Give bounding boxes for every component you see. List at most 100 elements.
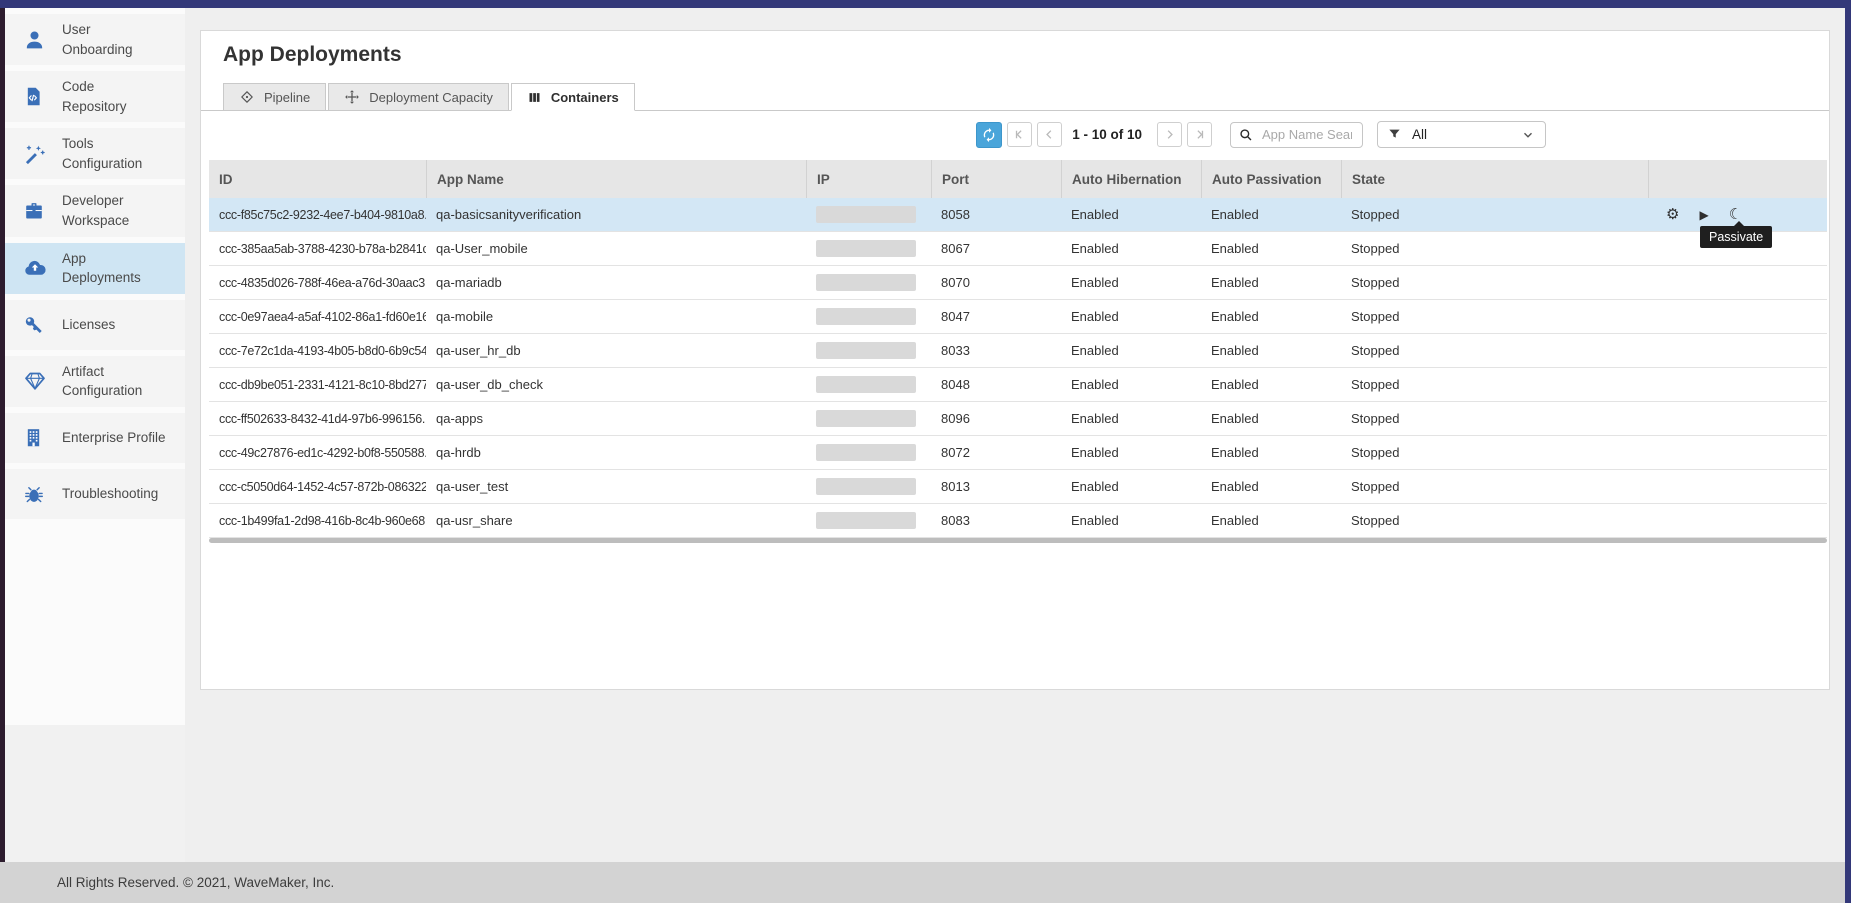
cell-app-name: qa-User_mobile: [426, 241, 806, 256]
last-page-button[interactable]: [1187, 122, 1212, 147]
next-page-icon: [1163, 128, 1176, 141]
ip-redacted-value: [816, 206, 916, 223]
refresh-button[interactable]: [976, 122, 1002, 148]
sidebar-item-troubleshooting[interactable]: Troubleshooting: [5, 469, 185, 519]
cell-auto-passivation: Enabled: [1201, 207, 1341, 222]
ip-redacted-value: [816, 444, 916, 461]
cell-ip: [806, 308, 931, 325]
sidebar-item-user-onboarding[interactable]: UserOnboarding: [5, 14, 185, 65]
table-row[interactable]: ccc-385aa5ab-3788-4230-b78a-b2841c...qa-…: [209, 232, 1827, 266]
row-actions: [1648, 266, 1827, 299]
cell-app-name: qa-mariadb: [426, 275, 806, 290]
passivate-icon[interactable]: ☾: [1729, 207, 1742, 222]
sidebar-item-artifact-configuration[interactable]: ArtifactConfiguration: [5, 356, 185, 407]
row-actions: ⚙▶☾Passivate: [1648, 198, 1827, 231]
tab-label: Deployment Capacity: [369, 90, 493, 105]
cell-app-name: qa-basicsanityverification: [426, 207, 806, 222]
table-row[interactable]: ccc-db9be051-2331-4121-8c10-8bd277...qa-…: [209, 368, 1827, 402]
row-actions: [1648, 300, 1827, 333]
cell-auto-passivation: Enabled: [1201, 445, 1341, 460]
sidebar-item-label: AppDeployments: [62, 249, 141, 288]
copyright-text: All Rights Reserved. © 2021, WaveMaker, …: [57, 875, 334, 890]
right-edge-strip: [1845, 8, 1851, 903]
ip-redacted-value: [816, 410, 916, 427]
cell-ip: [806, 512, 931, 529]
search-icon: [1239, 128, 1253, 142]
table-row[interactable]: ccc-c5050d64-1452-4c57-872b-086322...qa-…: [209, 470, 1827, 504]
cell-port: 8072: [931, 445, 1061, 460]
cell-ip: [806, 444, 931, 461]
code-file-icon: [23, 85, 49, 109]
cell-auto-hibernation: Enabled: [1061, 513, 1201, 528]
tab-pipeline[interactable]: Pipeline: [223, 83, 326, 111]
sidebar-item-code-repository[interactable]: CodeRepository: [5, 71, 185, 122]
tab-deployment-capacity[interactable]: Deployment Capacity: [328, 83, 509, 111]
table-row[interactable]: ccc-49c27876-ed1c-4292-b0f8-550588...qa-…: [209, 436, 1827, 470]
cell-ip: [806, 342, 931, 359]
first-page-icon: [1013, 128, 1026, 141]
settings-icon[interactable]: ⚙: [1666, 207, 1679, 222]
key-icon: [23, 313, 49, 337]
table-toolbar: 1 - 10 of 10 All: [201, 121, 1829, 148]
cell-port: 8096: [931, 411, 1061, 426]
cell-ip: [806, 410, 931, 427]
table-row[interactable]: ccc-4835d026-788f-46ea-a76d-30aac3...qa-…: [209, 266, 1827, 300]
cell-app-name: qa-user_hr_db: [426, 343, 806, 358]
column-header-id: ID: [209, 160, 426, 198]
app-name-search: [1230, 122, 1363, 148]
cell-auto-passivation: Enabled: [1201, 479, 1341, 494]
sidebar-item-licenses[interactable]: Licenses: [5, 300, 185, 350]
column-header-app-name: App Name: [426, 160, 806, 198]
cell-port: 8047: [931, 309, 1061, 324]
column-header-auto-hibernation: Auto Hibernation: [1061, 160, 1201, 198]
cell-id: ccc-ff502633-8432-41d4-97b6-996156...: [209, 412, 426, 426]
cell-port: 8083: [931, 513, 1061, 528]
sidebar-item-tools-configuration[interactable]: ToolsConfiguration: [5, 128, 185, 179]
cell-app-name: qa-hrdb: [426, 445, 806, 460]
cell-id: ccc-f85c75c2-9232-4ee7-b404-9810a8...: [209, 208, 426, 222]
sidebar-item-label: CodeRepository: [62, 77, 127, 116]
first-page-button[interactable]: [1007, 122, 1032, 147]
row-actions: [1648, 402, 1827, 435]
cell-port: 8033: [931, 343, 1061, 358]
cell-ip: [806, 274, 931, 291]
magic-wand-icon: [23, 142, 49, 166]
sidebar-item-app-deployments[interactable]: AppDeployments: [5, 243, 185, 294]
table-row[interactable]: ccc-f85c75c2-9232-4ee7-b404-9810a8...qa-…: [209, 198, 1827, 232]
bug-icon: [23, 482, 49, 506]
cell-auto-hibernation: Enabled: [1061, 275, 1201, 290]
cell-port: 8013: [931, 479, 1061, 494]
search-input[interactable]: [1260, 126, 1354, 143]
user-icon: [23, 28, 49, 52]
table-row[interactable]: ccc-0e97aea4-a5af-4102-86a1-fd60e16...qa…: [209, 300, 1827, 334]
cell-auto-passivation: Enabled: [1201, 343, 1341, 358]
filter-select[interactable]: All: [1377, 121, 1546, 148]
start-icon[interactable]: ▶: [1699, 209, 1708, 221]
sidebar-item-enterprise-profile[interactable]: Enterprise Profile: [5, 413, 185, 463]
horizontal-scrollbar[interactable]: [209, 538, 1827, 543]
previous-page-button[interactable]: [1037, 122, 1062, 147]
cell-auto-hibernation: Enabled: [1061, 445, 1201, 460]
briefcase-icon: [23, 199, 49, 223]
page-title: App Deployments: [223, 43, 1829, 67]
sidebar-item-developer-workspace[interactable]: DeveloperWorkspace: [5, 185, 185, 236]
table-row[interactable]: ccc-ff502633-8432-41d4-97b6-996156...qa-…: [209, 402, 1827, 436]
tab-containers[interactable]: Containers: [511, 83, 635, 111]
table-row[interactable]: ccc-7e72c1da-4193-4b05-b8d0-6b9c54...qa-…: [209, 334, 1827, 368]
cell-auto-hibernation: Enabled: [1061, 343, 1201, 358]
cell-auto-passivation: Enabled: [1201, 241, 1341, 256]
cell-id: ccc-1b499fa1-2d98-416b-8c4b-960e68...: [209, 514, 426, 528]
sidebar-item-label: Troubleshooting: [62, 484, 158, 504]
cell-state: Stopped: [1341, 377, 1648, 392]
cloud-upload-icon: [23, 256, 49, 280]
table-row[interactable]: ccc-1b499fa1-2d98-416b-8c4b-960e68...qa-…: [209, 504, 1827, 538]
next-page-button[interactable]: [1157, 122, 1182, 147]
cell-ip: [806, 376, 931, 393]
cell-port: 8067: [931, 241, 1061, 256]
cell-port: 8070: [931, 275, 1061, 290]
top-accent-bar: [0, 0, 1851, 8]
move-icon: [344, 89, 360, 105]
ip-redacted-value: [816, 240, 916, 257]
cell-state: Stopped: [1341, 343, 1648, 358]
cell-auto-hibernation: Enabled: [1061, 241, 1201, 256]
